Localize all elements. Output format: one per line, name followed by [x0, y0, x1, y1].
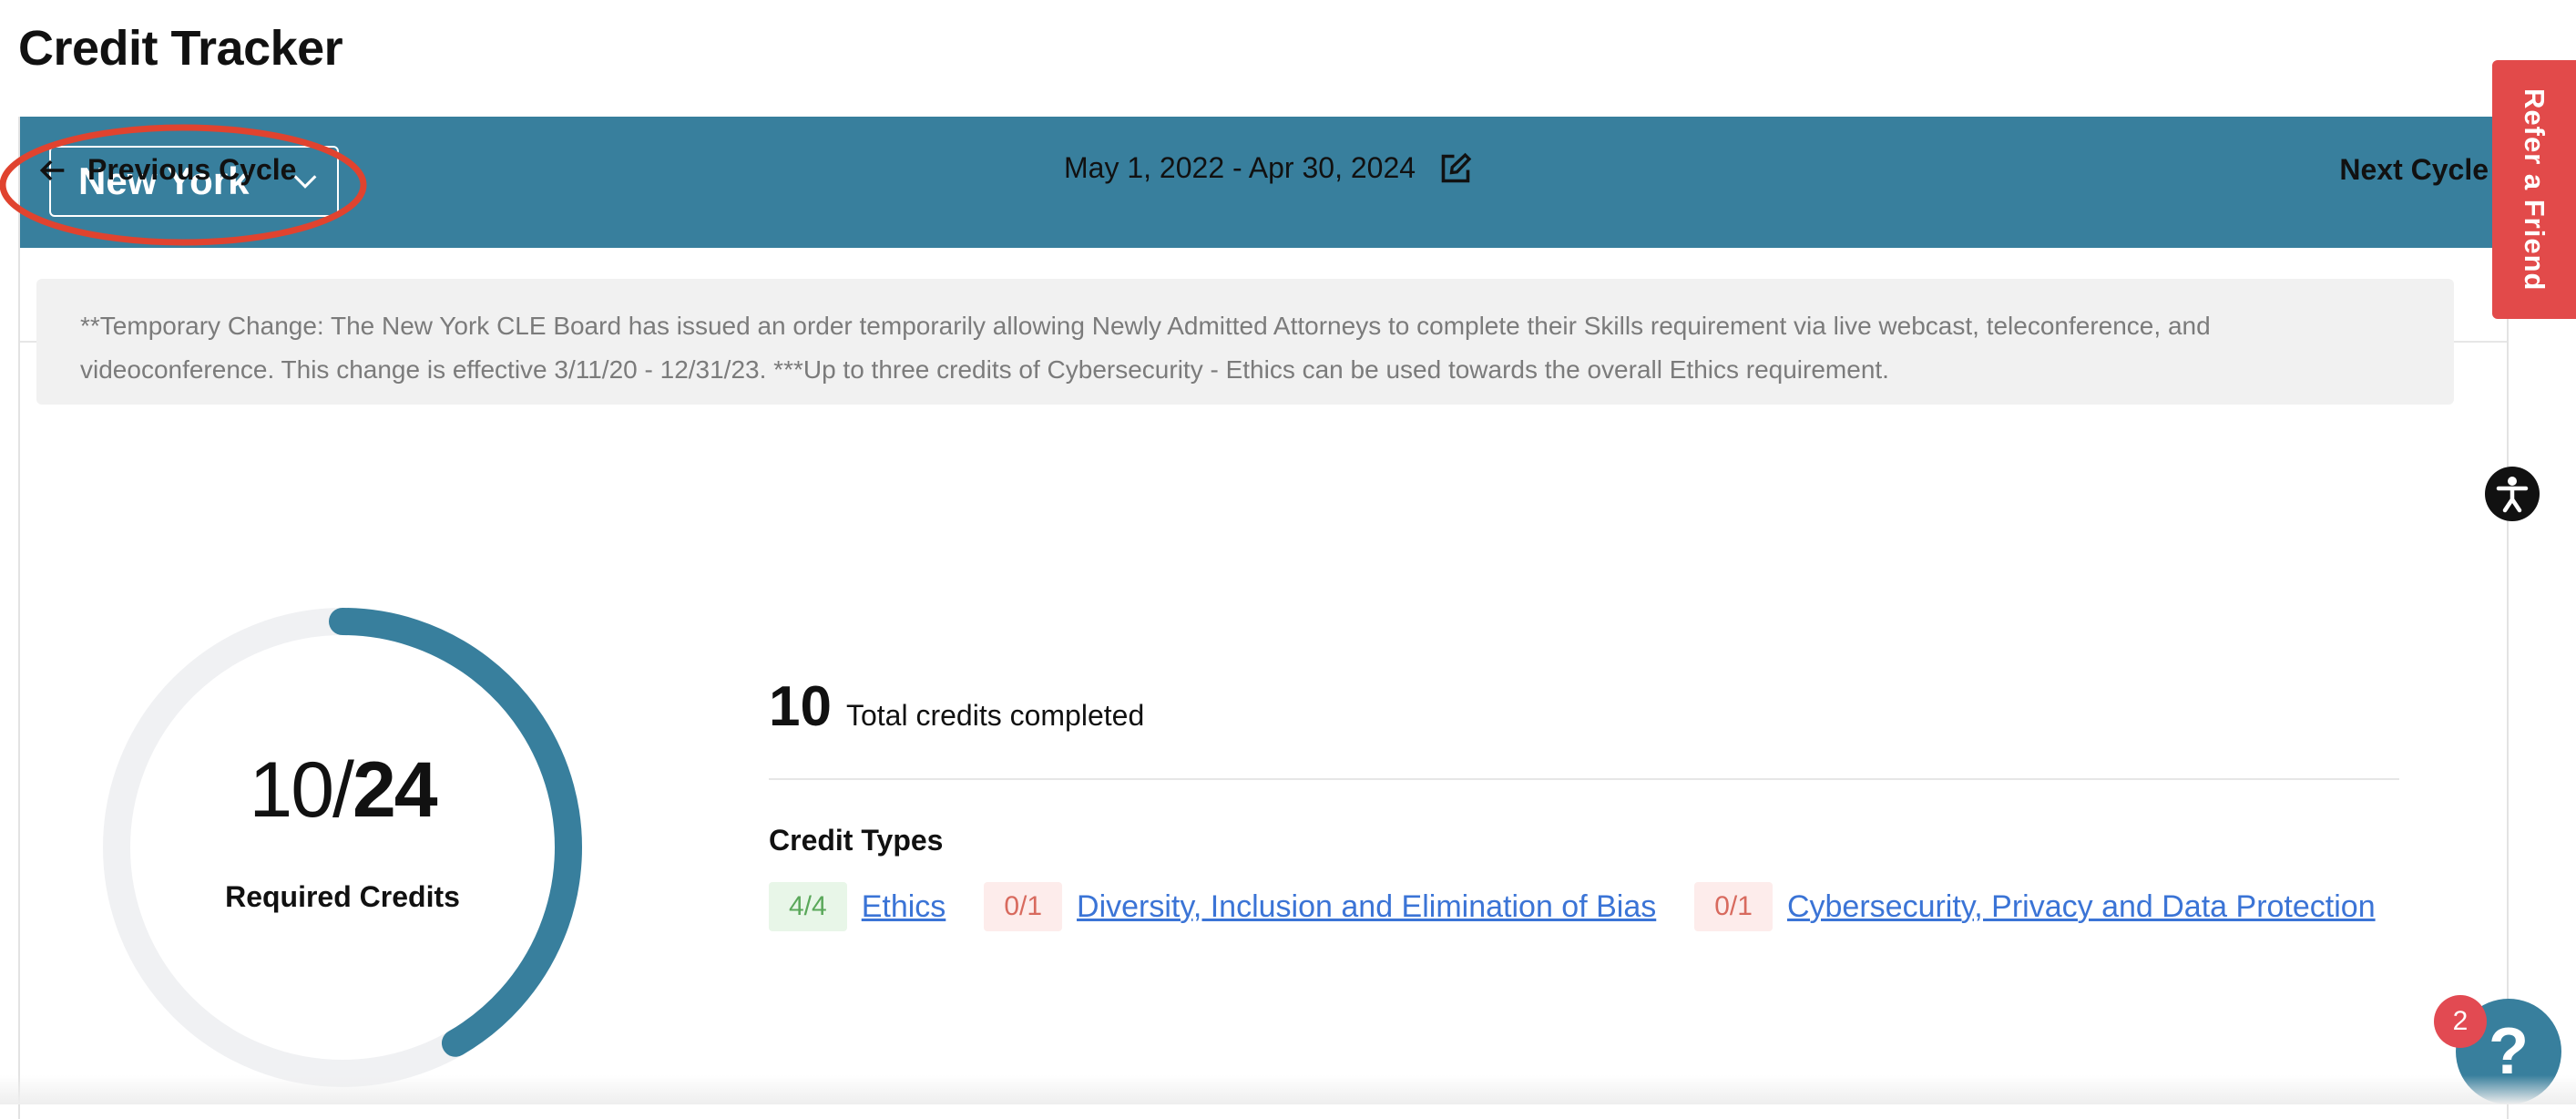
credit-types-list: 4/4 Ethics 0/1 Diversity, Inclusion and … [769, 882, 2414, 931]
next-cycle-label: Next Cycle [2339, 153, 2489, 186]
progress-separator: / [332, 746, 354, 834]
credit-types-title: Credit Types [769, 824, 944, 857]
edit-icon[interactable] [1439, 152, 1472, 185]
page-title: Credit Tracker [18, 21, 343, 76]
divider [769, 778, 2399, 780]
credit-badge-diversity: 0/1 [984, 882, 1063, 931]
notice-text: **Temporary Change: The New York CLE Boa… [80, 312, 2211, 384]
accessibility-button[interactable] [2485, 467, 2540, 521]
total-credits-label: Total credits completed [845, 699, 1145, 732]
total-credits-value: 10 [769, 675, 832, 738]
progress-ring [103, 608, 582, 1087]
credit-badge-ethics: 4/4 [769, 882, 847, 931]
completed-credits: 10 [249, 746, 334, 834]
notice-box: **Temporary Change: The New York CLE Boa… [36, 279, 2454, 405]
notification-badge: 2 [2434, 995, 2487, 1048]
question-icon: ? [2489, 1015, 2529, 1088]
refer-a-friend-tab[interactable]: Refer a Friend [2492, 60, 2576, 319]
cycle-date-range: May 1, 2022 - Apr 30, 2024 [1064, 151, 1472, 185]
previous-cycle-label: Previous Cycle [87, 153, 297, 186]
credit-link-diversity[interactable]: Diversity, Inclusion and Elimination of … [1077, 889, 1656, 925]
previous-cycle-button[interactable]: Previous Cycle [38, 153, 296, 187]
credit-link-cybersecurity[interactable]: Cybersecurity, Privacy and Data Protecti… [1787, 889, 2376, 925]
refer-a-friend-label: Refer a Friend [2519, 87, 2550, 292]
required-credits: 24 [352, 746, 438, 834]
progress-label: Required Credits [225, 880, 460, 913]
credit-badge-cybersecurity: 0/1 [1694, 882, 1773, 931]
arrow-left-icon [39, 159, 65, 180]
credit-link-ethics[interactable]: Ethics [862, 889, 946, 925]
progress-value: 10/24 [87, 745, 598, 836]
total-credits: 10 Total credits completed [769, 674, 1144, 739]
cycle-dates-text: May 1, 2022 - Apr 30, 2024 [1064, 151, 1416, 184]
accessibility-icon [2496, 477, 2529, 513]
